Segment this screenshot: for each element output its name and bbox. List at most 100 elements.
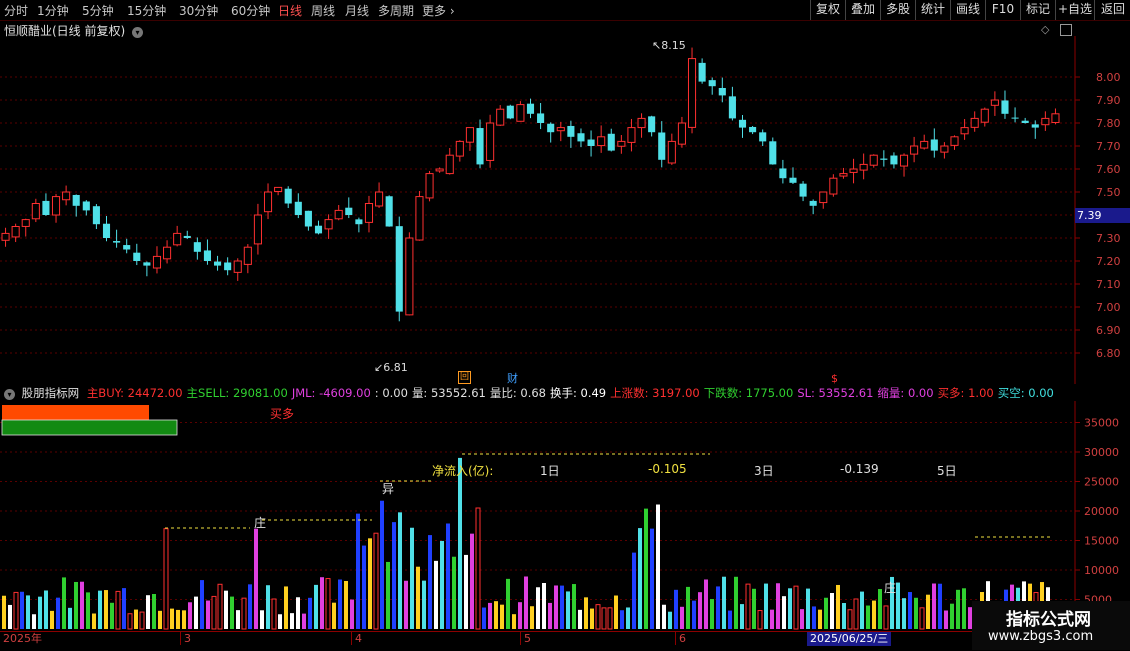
ind-bar bbox=[853, 598, 859, 630]
period-5d: 5日 bbox=[937, 464, 957, 478]
ind-bar bbox=[308, 597, 312, 629]
low-price-value: 6.81 bbox=[383, 361, 408, 374]
sell-strength-bar bbox=[1, 419, 178, 436]
indicator-header: ▾ 股朋指标网 主BUY: 24472.00 主SELL: 29081.00 JML… bbox=[0, 385, 1075, 401]
ind-bar bbox=[404, 580, 408, 629]
tab-30min[interactable]: 30分钟 bbox=[179, 2, 218, 19]
back-button[interactable]: 返回 bbox=[1094, 0, 1130, 20]
f10-button[interactable]: F10 bbox=[985, 0, 1020, 20]
ind-bar bbox=[944, 610, 948, 629]
flow-value-1d: -0.105 bbox=[648, 462, 687, 476]
indicator-value-8: 下跌数: 1775.00 bbox=[703, 386, 794, 400]
stats-button[interactable]: 统计 bbox=[915, 0, 950, 20]
tab-60min[interactable]: 60分钟 bbox=[231, 2, 270, 19]
tab-1min[interactable]: 1分钟 bbox=[37, 2, 69, 19]
indicator-value-6: 换手: 0.49 bbox=[549, 386, 607, 400]
ind-bar bbox=[200, 580, 204, 629]
candle-body bbox=[263, 191, 273, 213]
ind-y-tick-label: 30000 bbox=[1084, 446, 1119, 459]
event-mark-dollar[interactable]: $ bbox=[831, 372, 838, 385]
candle-body bbox=[284, 188, 292, 204]
add-watchlist-button[interactable]: +自选 bbox=[1055, 0, 1094, 20]
overlay-button[interactable]: 叠加 bbox=[845, 0, 880, 20]
candle-body bbox=[759, 132, 767, 142]
ind-bar bbox=[410, 527, 414, 629]
ind-bar bbox=[254, 528, 258, 629]
ind-bar bbox=[386, 561, 390, 629]
candle-body bbox=[667, 140, 676, 164]
tab-weekly[interactable]: 周线 bbox=[311, 2, 335, 19]
ind-bar bbox=[692, 600, 696, 629]
cursor-date: 2025/06/25/三 bbox=[807, 632, 892, 646]
ind-bar bbox=[475, 507, 481, 630]
chevron-right-icon: › bbox=[446, 4, 455, 18]
ind-bar bbox=[271, 598, 277, 630]
ind-bar bbox=[38, 596, 42, 629]
multi-stock-button[interactable]: 多股 bbox=[880, 0, 915, 20]
fuquan-button[interactable]: 复权 bbox=[810, 0, 845, 20]
collapse-icon[interactable]: ▾ bbox=[4, 389, 15, 400]
ind-bar bbox=[452, 556, 456, 629]
candle-body bbox=[21, 219, 30, 227]
indicator-value-7: 上涨数: 3197.00 bbox=[610, 386, 700, 400]
ind-bar bbox=[92, 613, 96, 629]
ind-bar bbox=[824, 597, 828, 629]
ind-bar bbox=[284, 586, 288, 629]
ind-bar bbox=[745, 583, 751, 630]
candle-body bbox=[980, 108, 989, 123]
candle-body bbox=[920, 140, 929, 149]
diamond-icon[interactable]: ◇ bbox=[1041, 23, 1049, 36]
ind-bar bbox=[554, 585, 558, 629]
ind-bar bbox=[325, 578, 331, 630]
ind-bar bbox=[86, 592, 90, 629]
ind-bar bbox=[44, 590, 48, 629]
candle-body bbox=[364, 203, 374, 223]
tab-multi-period[interactable]: 多周期 bbox=[378, 2, 414, 19]
candle-body bbox=[749, 126, 757, 133]
ind-bar bbox=[122, 588, 126, 629]
candle-body bbox=[1, 232, 10, 241]
tab-more[interactable]: 更多 › bbox=[422, 2, 455, 19]
candle-body bbox=[435, 168, 444, 172]
indicator-chart[interactable]: 3500030000250002000015000100005000 bbox=[0, 401, 1130, 631]
candle-body bbox=[910, 145, 919, 155]
ind-bar bbox=[818, 609, 822, 629]
tab-fenshi[interactable]: 分时 bbox=[4, 2, 28, 19]
draw-line-button[interactable]: 画线 bbox=[950, 0, 985, 20]
ind-bar bbox=[632, 552, 636, 629]
ind-bar bbox=[134, 609, 138, 629]
candle-body bbox=[516, 104, 525, 122]
ind-bar bbox=[211, 595, 217, 630]
candle-body bbox=[547, 123, 555, 133]
ind-bar bbox=[752, 588, 756, 629]
ind-bar bbox=[398, 512, 402, 629]
ind-bar bbox=[716, 586, 720, 629]
ind-bar bbox=[241, 597, 247, 630]
candle-body bbox=[779, 168, 787, 179]
event-mark-cai[interactable]: 财 bbox=[507, 370, 518, 386]
candle-body bbox=[1041, 117, 1050, 126]
ind-bar bbox=[104, 590, 108, 629]
ind-bar bbox=[236, 610, 240, 629]
candle-body bbox=[1051, 113, 1060, 124]
candle-body bbox=[537, 113, 545, 123]
tab-5min[interactable]: 5分钟 bbox=[82, 2, 114, 19]
settings-icon[interactable] bbox=[1060, 24, 1072, 36]
y-tick-label: 8.00 bbox=[1096, 71, 1121, 84]
y-tick-label: 7.20 bbox=[1096, 255, 1121, 268]
event-mark-hui[interactable]: 回 bbox=[458, 371, 471, 384]
price-chart[interactable]: 8.007.907.807.707.607.507.407.307.207.10… bbox=[0, 36, 1130, 384]
candle-body bbox=[173, 232, 182, 246]
mark-button[interactable]: 标记 bbox=[1020, 0, 1055, 20]
high-price-label: ↖8.15 bbox=[652, 39, 686, 52]
tab-monthly[interactable]: 月线 bbox=[345, 2, 369, 19]
ind-bar bbox=[938, 583, 942, 629]
ind-bar bbox=[278, 614, 282, 629]
candle-body bbox=[143, 262, 151, 266]
candle-body bbox=[698, 62, 706, 82]
ind-bar bbox=[32, 614, 36, 629]
tab-15min[interactable]: 15分钟 bbox=[127, 2, 166, 19]
tab-daily[interactable]: 日线 bbox=[278, 2, 302, 19]
ind-bar bbox=[416, 566, 420, 629]
ind-bar bbox=[368, 538, 372, 629]
